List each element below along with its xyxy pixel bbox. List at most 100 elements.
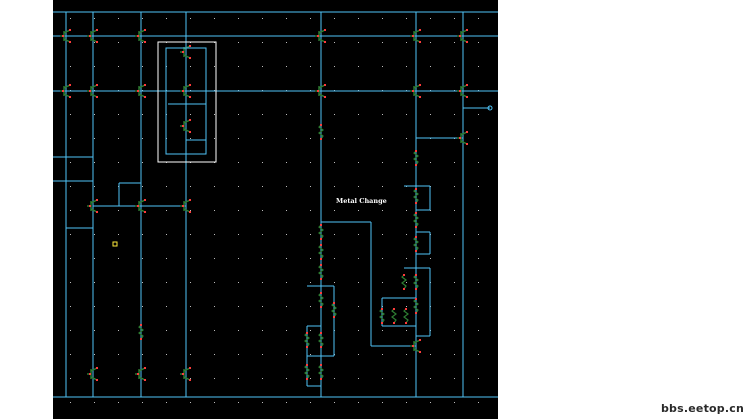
grid-dot: [358, 186, 359, 187]
grid-dot: [118, 258, 119, 259]
grid-dot: [382, 138, 383, 139]
grid-dot: [70, 282, 71, 283]
grid-dot: [70, 330, 71, 331]
grid-dot: [358, 234, 359, 235]
grid-dot: [334, 402, 335, 403]
grid-dot: [286, 282, 287, 283]
grid-dot: [406, 162, 407, 163]
grid-dot: [70, 306, 71, 307]
grid-dot: [478, 330, 479, 331]
grid-dot: [238, 210, 239, 211]
grid-dot: [118, 42, 119, 43]
grid-dot: [454, 114, 455, 115]
grid-dot: [142, 234, 143, 235]
grid-dot: [238, 138, 239, 139]
grid-dot: [478, 186, 479, 187]
grid-dot: [454, 354, 455, 355]
grid-dot: [310, 378, 311, 379]
grid-dot: [478, 138, 479, 139]
grid-dot: [190, 402, 191, 403]
grid-dot: [94, 402, 95, 403]
grid-dot: [430, 378, 431, 379]
grid-dot: [262, 258, 263, 259]
grid-dot: [118, 354, 119, 355]
grid-dot: [214, 306, 215, 307]
grid-dot: [334, 234, 335, 235]
grid-dot: [358, 354, 359, 355]
grid-dot: [286, 114, 287, 115]
grid-dot: [94, 330, 95, 331]
grid-dot: [382, 282, 383, 283]
grid-dot: [358, 210, 359, 211]
grid-dot: [166, 282, 167, 283]
grid-dot: [142, 18, 143, 19]
grid-dot: [382, 186, 383, 187]
grid-dot: [454, 42, 455, 43]
grid-dot: [262, 186, 263, 187]
grid-dot: [334, 42, 335, 43]
grid-dot: [94, 66, 95, 67]
grid-dot: [310, 162, 311, 163]
grid-dot: [142, 402, 143, 403]
grid-dot: [358, 138, 359, 139]
grid-dot: [262, 18, 263, 19]
grid-dot: [166, 330, 167, 331]
grid-dot: [166, 186, 167, 187]
grid-dot: [214, 354, 215, 355]
grid-dot: [406, 282, 407, 283]
grid-dot: [334, 138, 335, 139]
grid-dot: [310, 354, 311, 355]
grid-dot: [118, 138, 119, 139]
grid-dot: [286, 258, 287, 259]
grid-dot: [454, 66, 455, 67]
grid-dot: [382, 330, 383, 331]
grid-dot: [334, 162, 335, 163]
grid-dot: [478, 114, 479, 115]
grid-dot: [118, 162, 119, 163]
grid-dot: [286, 42, 287, 43]
grid-dot: [118, 210, 119, 211]
grid-dot: [358, 378, 359, 379]
grid-dot: [286, 162, 287, 163]
grid-dot: [358, 330, 359, 331]
grid-dot: [262, 378, 263, 379]
grid-dot: [310, 306, 311, 307]
grid-dot: [382, 402, 383, 403]
grid-dot: [166, 402, 167, 403]
grid-dot: [118, 378, 119, 379]
grid-dot: [118, 330, 119, 331]
grid-dot: [286, 402, 287, 403]
grid-dot: [238, 42, 239, 43]
grid-dot: [190, 258, 191, 259]
grid-dot: [118, 114, 119, 115]
grid-dot: [190, 210, 191, 211]
grid-dot: [190, 306, 191, 307]
grid-dot: [94, 18, 95, 19]
grid-dot: [406, 354, 407, 355]
grid-dot: [118, 402, 119, 403]
grid-dot: [142, 138, 143, 139]
grid-dot: [334, 258, 335, 259]
grid-dot: [478, 402, 479, 403]
grid-dot: [406, 114, 407, 115]
grid-dot: [478, 282, 479, 283]
grid-dot: [382, 114, 383, 115]
grid-dot: [406, 138, 407, 139]
grid-dot: [142, 42, 143, 43]
grid-dot: [478, 234, 479, 235]
grid-dot: [238, 306, 239, 307]
grid-dot: [262, 138, 263, 139]
grid-dot: [286, 66, 287, 67]
grid-dot: [94, 282, 95, 283]
grid-dot: [94, 114, 95, 115]
grid-dot: [406, 42, 407, 43]
grid-dot: [70, 138, 71, 139]
grid-dot: [142, 306, 143, 307]
grid-dot: [286, 210, 287, 211]
grid-dot: [70, 378, 71, 379]
grid-dot: [310, 114, 311, 115]
grid-dot: [238, 234, 239, 235]
grid-dot: [382, 234, 383, 235]
grid-dot: [310, 282, 311, 283]
grid-dot: [70, 186, 71, 187]
